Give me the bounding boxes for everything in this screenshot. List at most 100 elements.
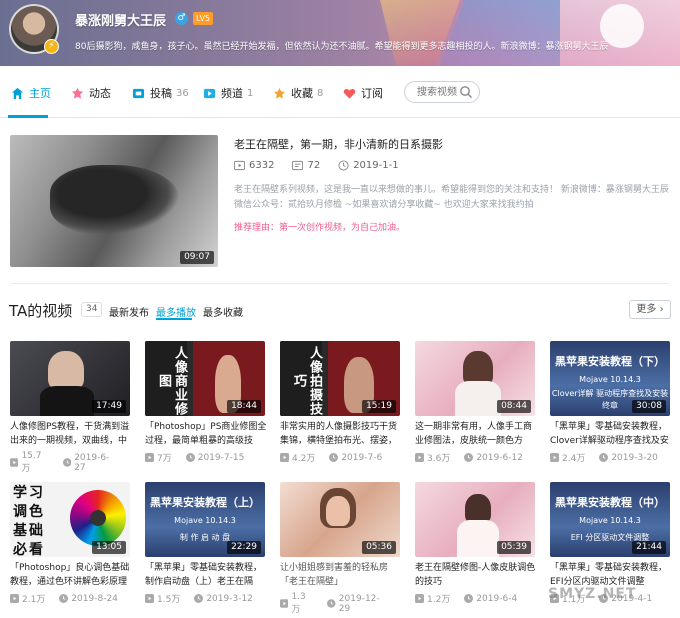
- video-card[interactable]: 人像商业修图 18:44 「Photoshop」PS商业修图全过程，最简单粗暴的…: [145, 341, 267, 466]
- view-count-value: 3.6万: [427, 454, 451, 464]
- more-button-label: 更多: [636, 304, 657, 315]
- view-count-value: 7万: [157, 454, 172, 464]
- gender-male-icon: ♂: [175, 12, 188, 25]
- thumbnail-subcaption: Mojave 10.14.3: [579, 375, 641, 384]
- clock-icon: [194, 594, 204, 603]
- video-duration: 09:07: [180, 251, 214, 264]
- username: 暴涨刚舅大王辰: [75, 14, 167, 29]
- video-thumbnail[interactable]: 08:44: [415, 341, 535, 416]
- view-count: 3.6万: [415, 451, 450, 464]
- video-card[interactable]: 05:39 老王在隔壁修图-人像皮肤调色的技巧 1.2万 2019-6-4: [415, 482, 535, 607]
- profile-banner: ⚡ 暴涨刚舅大王辰 ♂ LV5 80后摄影狗，咸鱼身，孩子心。虽然已经开始发福，…: [0, 0, 680, 66]
- tab-uploads[interactable]: 投稿 36: [131, 84, 189, 102]
- video-duration: 30:08: [632, 400, 666, 413]
- active-sort-indicator: [156, 318, 192, 320]
- video-title[interactable]: 「Photoshop」PS商业修图全过程，最简单粗暴的高级技: [145, 420, 267, 448]
- video-card[interactable]: 08:44 这一期非常有用，人像手工商业修图法，皮肤统一颜色方 3.6万 201…: [415, 341, 535, 466]
- profile-nav: 主页 动态 投稿 36 频道 1 收藏 8 订阅: [0, 66, 680, 118]
- publish-date: 2019-12-29: [327, 594, 388, 614]
- thumbnail-figure: [457, 520, 499, 557]
- video-title[interactable]: 非常实用的人像摄影技巧干货集锦，横特堡拍布光、摆姿，: [280, 420, 402, 448]
- video-count-badge: 34: [81, 302, 103, 317]
- site-watermark: SMYZ.NET: [548, 586, 637, 602]
- video-thumbnail[interactable]: 05:36: [280, 482, 400, 557]
- video-card[interactable]: 17:49 人像修图PS教程，干货满到溢出来的一期视频，双曲线，中 15.7万 …: [10, 341, 132, 474]
- clock-icon: [59, 594, 69, 603]
- thumbnail-subcaption: Clover详解 驱动程序查找及安装: [551, 389, 669, 398]
- featured-video-thumbnail[interactable]: 09:07: [10, 135, 218, 267]
- video-title[interactable]: 「Photoshop」良心调色基础教程，通过色环讲解色彩原理: [10, 561, 132, 589]
- video-meta: 1.3万 2019-12-29: [280, 592, 402, 615]
- tab-home-label: 主页: [29, 87, 51, 100]
- featured-video-stats: 6332 72 2019-1-1: [234, 160, 417, 171]
- video-thumbnail[interactable]: 05:39: [415, 482, 535, 557]
- view-count-value: 4.2万: [292, 454, 316, 464]
- video-title[interactable]: 这一期非常有用，人像手工商业修图法，皮肤统一颜色方: [415, 420, 537, 448]
- video-title[interactable]: 老王在隔壁修图-人像皮肤调色的技巧: [415, 561, 537, 589]
- featured-video-description: 老王在隔壁系列视频，这是我一直以来想做的事儿。希望能得到您的关注和支持！ 新浪微…: [234, 183, 674, 213]
- publish-date: 2019-7-15: [185, 452, 245, 463]
- section-title: TA的视频: [9, 302, 73, 320]
- more-button[interactable]: 更多 ›: [629, 300, 671, 319]
- video-title[interactable]: 「黑苹果」零基础安装教程，Clover详解驱动程序查找及安: [550, 420, 672, 448]
- tab-home[interactable]: 主页: [10, 84, 51, 102]
- thumbnail-caption: 黑苹果安装教程（上）: [150, 496, 260, 509]
- heart-icon: [342, 86, 356, 100]
- publish-date-value: 2019-12-29: [338, 593, 380, 614]
- video-meta: 2.1万 2019-8-24: [10, 592, 132, 605]
- video-duration: 18:44: [227, 400, 261, 413]
- view-count: 2.1万: [10, 592, 45, 605]
- video-thumbnail[interactable]: 人像商业修图 18:44: [145, 341, 265, 416]
- play-count-icon: [234, 160, 245, 171]
- video-thumbnail[interactable]: 黑苹果安装教程（上） Mojave 10.14.3 制 作 启 动 盘 22:2…: [145, 482, 265, 557]
- video-thumbnail[interactable]: 黑苹果安装教程（下） Mojave 10.14.3 Clover详解 驱动程序查…: [550, 341, 670, 416]
- video-thumbnail[interactable]: 17:49: [10, 341, 130, 416]
- video-title[interactable]: 人像修图PS教程，干货满到溢出来的一期视频，双曲线，中: [10, 420, 132, 448]
- tab-channel[interactable]: 频道 1: [202, 84, 253, 102]
- video-thumbnail[interactable]: 黑苹果安装教程（中） Mojave 10.14.3 EFI 分区驱动文件调整 2…: [550, 482, 670, 557]
- view-count: 4.2万: [280, 451, 315, 464]
- video-title[interactable]: 「黑苹果」零基础安装教程，EFI分区内驱动文件调整: [550, 561, 672, 589]
- view-count: 1.5万: [145, 592, 180, 605]
- thumbnail-subcaption: Mojave 10.14.3: [174, 516, 236, 525]
- sort-most-favorited[interactable]: 最多收藏: [203, 304, 243, 319]
- publish-date-value: 2019-1-1: [353, 160, 399, 171]
- thumbnail-caption: 人像商业修图: [145, 341, 187, 416]
- video-meta: 15.7万 2019-6-27: [10, 451, 132, 474]
- tab-subscriptions[interactable]: 订阅: [342, 84, 383, 102]
- level-badge: LV5: [193, 12, 214, 25]
- view-count: 1.3万: [280, 592, 313, 615]
- video-card[interactable]: 黑苹果安装教程（下） Mojave 10.14.3 Clover详解 驱动程序查…: [550, 341, 670, 466]
- video-thumbnail[interactable]: 人像拍摄技巧 15:19: [280, 341, 400, 416]
- tab-dynamic-label: 动态: [89, 87, 111, 100]
- video-card[interactable]: 学习调色基础必看 13:05 「Photoshop」良心调色基础教程，通过色环讲…: [10, 482, 130, 607]
- play-count-icon: [550, 453, 559, 462]
- featured-video-title[interactable]: 老王在隔壁，第一期，非小清新的日系摄影: [234, 136, 443, 152]
- search-icon[interactable]: [459, 85, 473, 99]
- video-card[interactable]: 黑苹果安装教程（上） Mojave 10.14.3 制 作 启 动 盘 22:2…: [145, 482, 265, 607]
- publish-date: 2019-8-24: [59, 594, 118, 604]
- thumbnail-caption: 黑苹果安装教程（中）: [555, 496, 665, 509]
- clock-icon: [338, 160, 349, 171]
- video-duration: 05:39: [497, 541, 531, 554]
- thumbnail-figure: [326, 496, 350, 526]
- view-count-value: 1.3万: [291, 592, 306, 615]
- publish-date-value: 2019-7-15: [197, 452, 245, 463]
- video-title[interactable]: 「黑苹果」零基础安装教程，制作启动盘（上）老王在隔: [145, 561, 267, 589]
- publish-date-value: 2019-7-6: [341, 452, 383, 463]
- clock-icon: [329, 453, 339, 462]
- thumbnail-subcaption: Mojave 10.14.3: [579, 516, 641, 525]
- video-title[interactable]: 让小姐姐感到害羞的轻私房「老王在隔壁」: [280, 561, 402, 589]
- sort-most-played[interactable]: 最多播放: [156, 304, 196, 319]
- video-card[interactable]: 05:36 让小姐姐感到害羞的轻私房「老王在隔壁」 1.3万 2019-12-2…: [280, 482, 402, 615]
- sort-latest[interactable]: 最新发布: [109, 304, 149, 319]
- tab-dynamic[interactable]: 动态: [70, 84, 111, 102]
- tab-favorites[interactable]: 收藏 8: [272, 84, 323, 102]
- dynamic-icon: [70, 86, 84, 100]
- banner-decoration: [440, 0, 560, 66]
- video-card[interactable]: 人像拍摄技巧 15:19 非常实用的人像摄影技巧干货集锦，横特堡拍布光、摆姿， …: [280, 341, 400, 466]
- publish-date: 2019-1-1: [338, 160, 399, 171]
- video-duration: 22:29: [227, 541, 261, 554]
- clock-icon: [464, 453, 474, 462]
- video-thumbnail[interactable]: 学习调色基础必看 13:05: [10, 482, 130, 557]
